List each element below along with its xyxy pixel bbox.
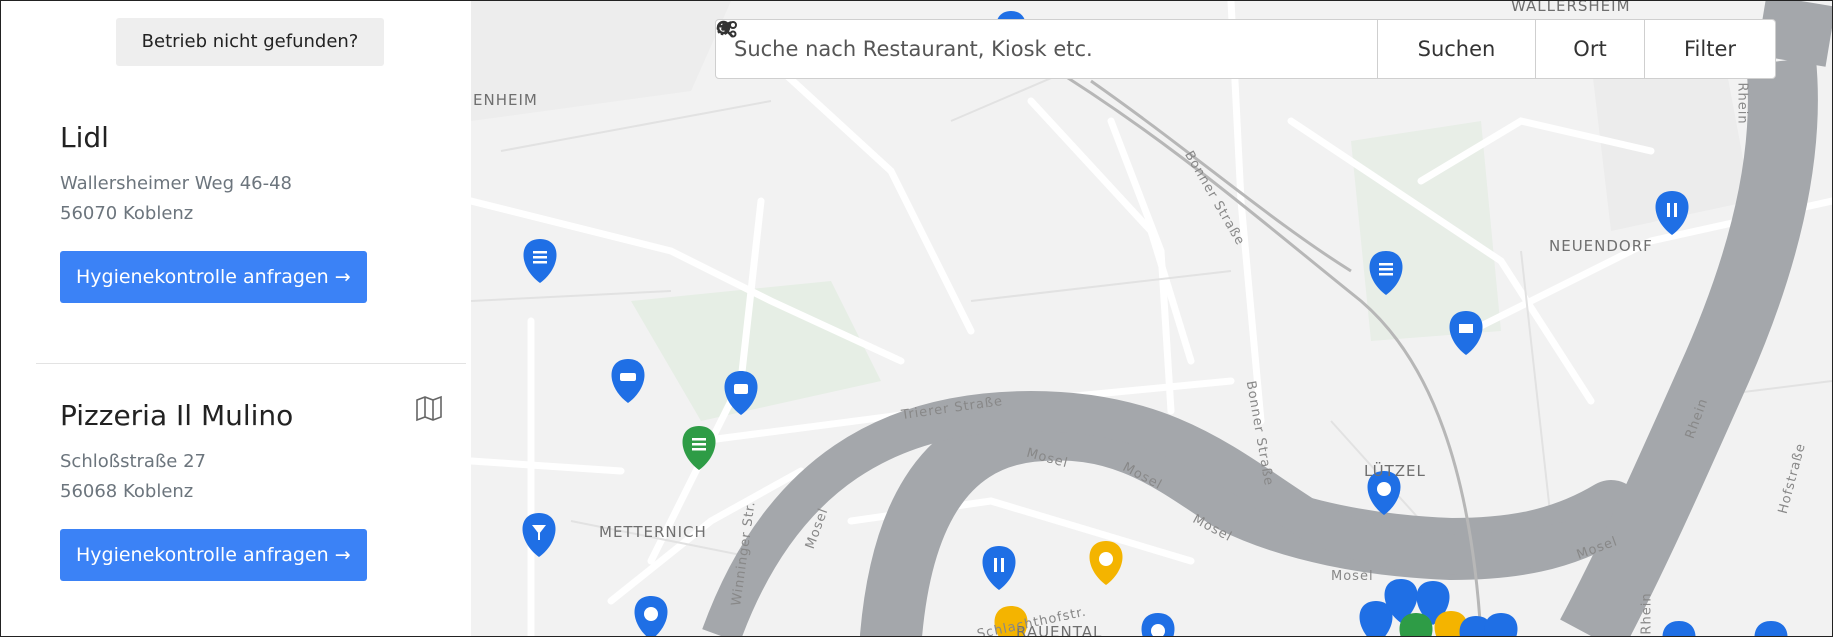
marker-blue[interactable] (1141, 613, 1175, 636)
map-label-luetzel: LÜTZEL (1364, 462, 1426, 480)
result-name: Lidl (60, 121, 109, 154)
result-name: Pizzeria Il Mulino (60, 399, 294, 432)
map-label-river: Rhein (1734, 82, 1750, 125)
map-label-river: Rhein (1639, 592, 1655, 635)
location-button[interactable]: Ort (717, 20, 1644, 78)
map-label-wallersheim: WALLERSHEIM (1511, 1, 1631, 15)
result-street: Wallersheimer Weg 46-48 (60, 173, 293, 194)
marker-blue[interactable] (1449, 311, 1483, 355)
marker-blue[interactable] (1754, 621, 1788, 636)
map-label-metternich: METTERNICH (599, 523, 707, 541)
marker-blue[interactable] (611, 359, 645, 403)
gears-icon (716, 21, 737, 38)
map-label-neuendorf: NEUENDORF (1549, 237, 1653, 255)
filter-button[interactable]: Filter (716, 20, 1775, 78)
marker-blue[interactable] (523, 239, 557, 283)
result-card-pizzeria[interactable]: Pizzeria Il Mulino Schloßstraße 27 56068… (60, 399, 367, 581)
request-inspection-button[interactable]: Hygienekontrolle anfragen → (60, 529, 367, 581)
divider (36, 363, 466, 364)
search-button-label: Suchen (1417, 37, 1496, 61)
marker-blue[interactable] (522, 513, 556, 557)
result-address: Wallersheimer Weg 46-48 56070 Koblenz (60, 169, 367, 229)
marker-blue[interactable] (1662, 621, 1696, 636)
marker-green[interactable] (682, 426, 716, 470)
filter-button-label: Filter (1683, 37, 1736, 61)
search-bar: Suche nach Restaurant, Kiosk etc. Suchen… (715, 19, 1776, 79)
search-input[interactable]: Suche nach Restaurant, Kiosk etc. (716, 20, 1377, 78)
map-label-river: Mosel (1331, 569, 1374, 584)
map-icon[interactable] (414, 393, 444, 423)
search-button[interactable]: Suchen (716, 20, 1535, 78)
marker-cluster[interactable] (1359, 579, 1518, 636)
result-city: 56068 Koblenz (60, 481, 194, 502)
map-label-enheim: ENHEIM (473, 91, 538, 109)
marker-blue[interactable] (634, 596, 668, 636)
app-frame: Betrieb nicht gefunden? Lidl Wallersheim… (0, 0, 1833, 637)
not-found-button[interactable]: Betrieb nicht gefunden? (116, 18, 384, 66)
result-card-lidl[interactable]: Lidl Wallersheimer Weg 46-48 56070 Koble… (60, 121, 367, 303)
result-address: Schloßstraße 27 56068 Koblenz (60, 447, 367, 507)
sidebar: Betrieb nicht gefunden? Lidl Wallersheim… (1, 1, 471, 636)
marker-blue[interactable] (1655, 191, 1689, 235)
location-button-label: Ort (1573, 37, 1607, 61)
map-view[interactable]: WALLERSHEIM ENHEIM NEUENDORF METTERNICH … (471, 1, 1832, 636)
request-inspection-button[interactable]: Hygienekontrolle anfragen → (60, 251, 367, 303)
result-street: Schloßstraße 27 (60, 451, 206, 472)
marker-blue[interactable] (982, 546, 1016, 590)
result-city: 56070 Koblenz (60, 203, 194, 224)
marker-yellow[interactable] (1089, 541, 1123, 585)
